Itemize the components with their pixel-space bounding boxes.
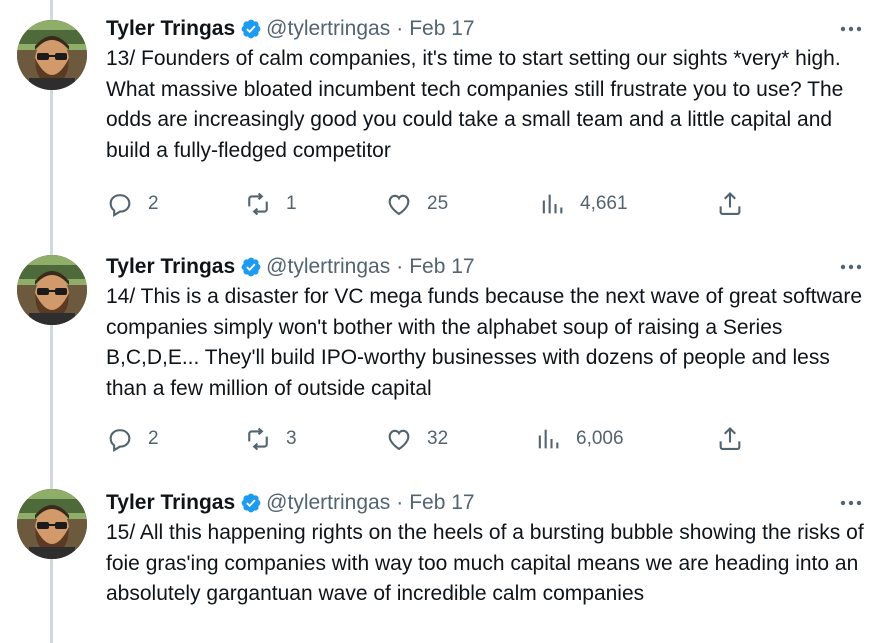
reply-bubble-icon <box>106 190 134 218</box>
share-button[interactable] <box>716 188 744 220</box>
retweet-button[interactable]: 1 <box>244 188 297 220</box>
retweet-icon <box>244 425 272 453</box>
tweet-text: 15/ All this happening rights on the hee… <box>106 521 870 605</box>
views-bar-chart-icon <box>538 190 566 218</box>
tweet-actions: 2 3 32 6,006 <box>106 423 756 455</box>
author-handle[interactable]: @tylertringas <box>266 14 390 44</box>
more-dots-icon[interactable] <box>836 488 866 518</box>
tweet-date[interactable]: Feb 17 <box>409 14 474 44</box>
avatar[interactable] <box>17 489 87 559</box>
more-dots-icon[interactable] <box>836 14 866 44</box>
tweet-actions: 2 1 25 4,661 <box>106 188 756 220</box>
views-count: 4,661 <box>580 193 628 214</box>
tweet-date[interactable]: Feb 17 <box>409 488 474 518</box>
retweet-button[interactable]: 3 <box>244 423 297 455</box>
heart-icon <box>385 425 413 453</box>
author-handle[interactable]: @tylertringas <box>266 252 390 282</box>
heart-icon <box>385 190 413 218</box>
reply-button[interactable]: 2 <box>106 423 159 455</box>
reply-bubble-icon <box>106 425 134 453</box>
tweet-text: 13/ Founders of calm companies, it's tim… <box>106 47 850 162</box>
avatar[interactable] <box>17 20 87 90</box>
tweet-text: 14/ This is a disaster for VC mega funds… <box>106 285 868 400</box>
share-upload-icon <box>716 190 744 218</box>
author-name[interactable]: Tyler Tringas <box>106 252 235 282</box>
author-name[interactable]: Tyler Tringas <box>106 14 235 44</box>
more-dots-icon[interactable] <box>836 252 866 282</box>
views-count: 6,006 <box>576 428 624 449</box>
like-count: 32 <box>427 428 449 449</box>
views-button[interactable]: 4,661 <box>538 188 628 220</box>
share-upload-icon <box>716 425 744 453</box>
avatar[interactable] <box>17 255 87 325</box>
tweet-header: Tyler Tringas @tylertringas · Feb 17 <box>106 252 475 282</box>
separator-dot: · <box>396 491 404 514</box>
author-name[interactable]: Tyler Tringas <box>106 488 235 518</box>
tweet-date[interactable]: Feb 17 <box>409 252 474 282</box>
tweet-header: Tyler Tringas @tylertringas · Feb 17 <box>106 488 475 518</box>
like-count: 25 <box>427 193 449 214</box>
like-button[interactable]: 25 <box>385 188 448 220</box>
like-button[interactable]: 32 <box>385 423 448 455</box>
retweet-icon <box>244 190 272 218</box>
views-button[interactable]: 6,006 <box>534 423 624 455</box>
reply-count: 2 <box>148 428 159 449</box>
tweet-header: Tyler Tringas @tylertringas · Feb 17 <box>106 14 475 44</box>
verified-badge-icon <box>240 492 262 514</box>
verified-badge-icon <box>240 256 262 278</box>
reply-button[interactable]: 2 <box>106 188 159 220</box>
views-bar-chart-icon <box>534 425 562 453</box>
author-handle[interactable]: @tylertringas <box>266 488 390 518</box>
retweet-count: 1 <box>286 193 297 214</box>
verified-badge-icon <box>240 18 262 40</box>
share-button[interactable] <box>716 423 744 455</box>
separator-dot: · <box>396 17 404 40</box>
reply-count: 2 <box>148 193 159 214</box>
retweet-count: 3 <box>286 428 297 449</box>
separator-dot: · <box>396 255 404 278</box>
